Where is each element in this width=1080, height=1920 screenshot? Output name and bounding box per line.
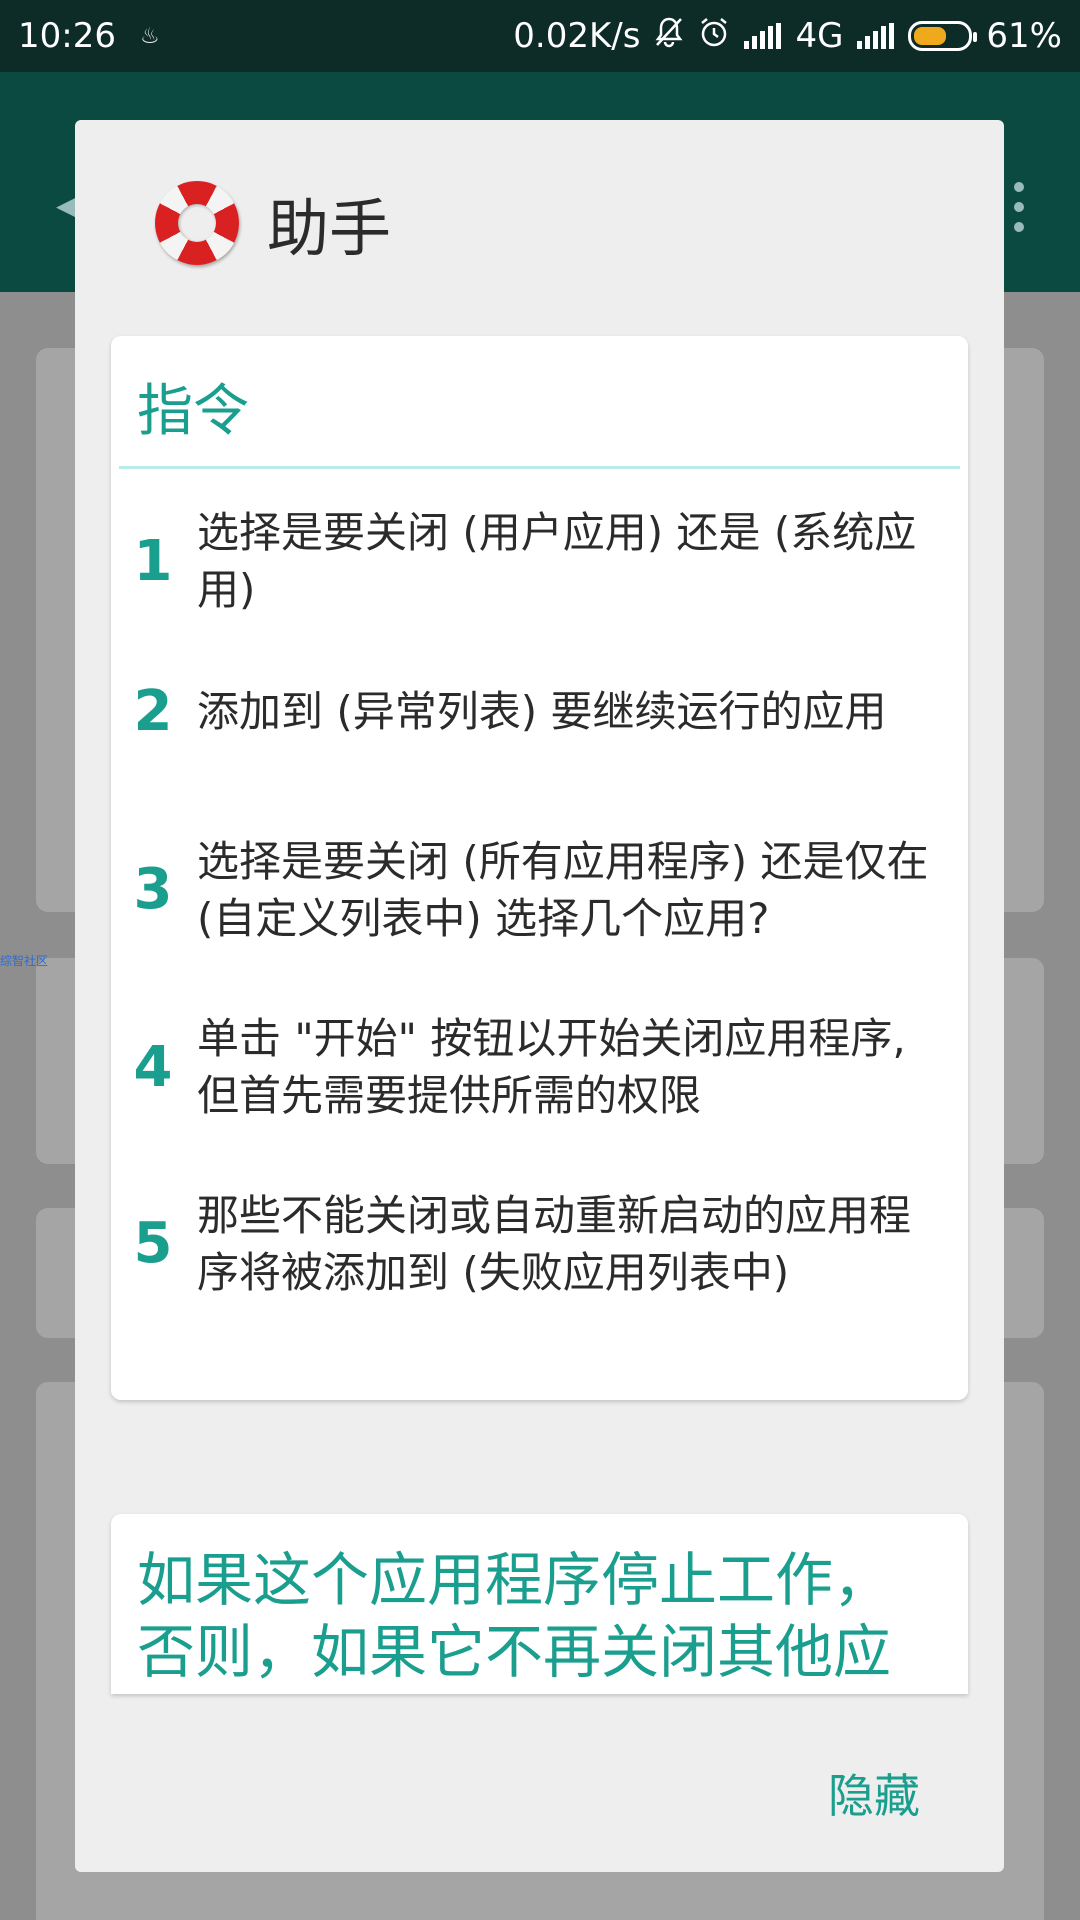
step-number: 5 <box>133 1211 173 1276</box>
warning-card: 如果这个应用程序停止工作，否则，如果它不再关闭其他应 <box>111 1514 968 1694</box>
divider <box>119 466 960 469</box>
step-number: 4 <box>133 1034 173 1100</box>
status-right-group: 0.02K/s 4G 61% <box>513 16 1062 57</box>
warning-text: 如果这个应用程序停止工作，否则，如果它不再关闭其他应 <box>137 1546 892 1686</box>
step-text: 添加到 (异常列表) 要继续运行的应用 <box>197 686 887 736</box>
alarm-icon <box>698 16 730 57</box>
battery-percent: 61% <box>986 16 1062 56</box>
watermark: 综智社区 <box>0 954 49 968</box>
step-text: 选择是要关闭 (用户应用) 还是 (系统应用) <box>197 508 917 614</box>
network-type: 4G <box>795 16 844 56</box>
step-text: 那些不能关闭或自动重新启动的应用程序将被添加到 (失败应用列表中) <box>197 1190 912 1297</box>
instruction-step: 1 选择是要关闭 (用户应用) 还是 (系统应用) <box>111 504 968 618</box>
dialog-title: 助手 <box>267 192 392 265</box>
instruction-step: 2 添加到 (异常列表) 要继续运行的应用 <box>111 654 968 768</box>
step-text: 单击 "开始" 按钮以开始关闭应用程序, 但首先需要提供所需的权限 <box>197 1014 906 1120</box>
instructions-card: 指令 1 选择是要关闭 (用户应用) 还是 (系统应用) 2 添加到 (异常列表… <box>111 336 968 1400</box>
step-number: 3 <box>133 857 173 922</box>
lifebuoy-icon <box>155 181 239 265</box>
battery-icon <box>908 21 978 51</box>
signal-icon <box>857 23 895 49</box>
instruction-step: 3 选择是要关闭 (所有应用程序) 还是仅在 (自定义列表中) 选择几个应用? <box>111 804 968 975</box>
signal-icon <box>744 23 782 49</box>
assistant-dialog: 助手 指令 1 选择是要关闭 (用户应用) 还是 (系统应用) 2 添加到 (异… <box>75 120 1004 1872</box>
hide-button[interactable]: 隐藏 <box>828 1760 920 1826</box>
instruction-step: 4 单击 "开始" 按钮以开始关闭应用程序, 但首先需要提供所需的权限 <box>111 1010 968 1124</box>
status-time: 10:26 <box>18 16 116 56</box>
status-bar: 10:26 ♨ 0.02K/s 4G 61% <box>0 0 1080 72</box>
step-number: 2 <box>133 678 173 744</box>
overflow-menu-icon <box>1014 182 1024 242</box>
instructions-title: 指令 <box>137 379 249 444</box>
net-speed: 0.02K/s <box>513 16 641 56</box>
dialog-header: 助手 <box>155 178 391 268</box>
step-text: 选择是要关闭 (所有应用程序) 还是仅在 (自定义列表中) 选择几个应用? <box>197 836 929 943</box>
instruction-step: 5 那些不能关闭或自动重新启动的应用程序将被添加到 (失败应用列表中) <box>111 1158 968 1329</box>
bell-muted-icon <box>654 16 684 57</box>
step-number: 1 <box>133 528 173 594</box>
notification-small-icon: ♨ <box>139 23 160 49</box>
